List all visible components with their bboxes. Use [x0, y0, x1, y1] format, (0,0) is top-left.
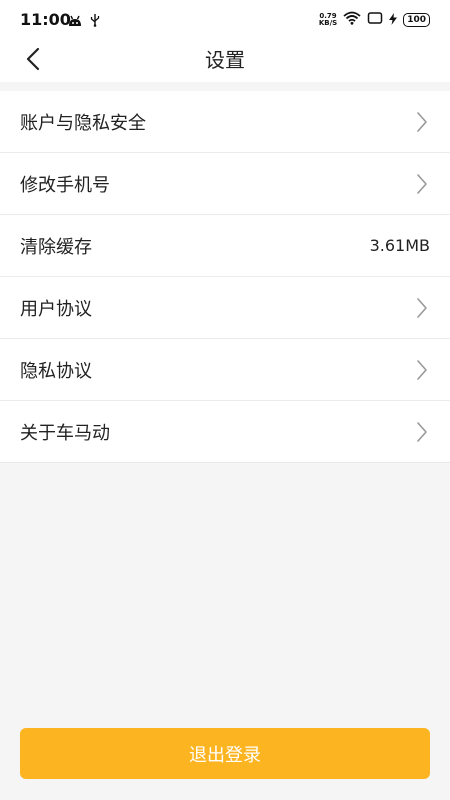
settings-item-label: 隐私协议: [20, 360, 92, 382]
cache-size-value: 3.61MB: [369, 236, 430, 255]
android-icon: [68, 12, 82, 31]
logout-button[interactable]: 退出登录: [20, 728, 430, 779]
wifi-icon: [343, 10, 361, 29]
settings-item-clear-cache[interactable]: 清除缓存 3.61MB: [0, 215, 450, 277]
settings-item-label: 账户与隐私安全: [20, 112, 146, 134]
net-speed: 0.79 KB/S: [318, 12, 338, 27]
status-notification-icons: [68, 12, 100, 31]
chevron-right-icon: [414, 297, 430, 319]
status-time: 11:00: [20, 10, 71, 29]
chevron-right-icon: [414, 359, 430, 381]
settings-item-label: 关于车马动: [20, 422, 110, 444]
settings-list: 账户与隐私安全 修改手机号 清除缓存 3.61MB 用户协议 隐私协议 关于车马…: [0, 91, 450, 463]
settings-item-account-privacy[interactable]: 账户与隐私安全: [0, 91, 450, 153]
settings-item-label: 用户协议: [20, 298, 92, 320]
settings-item-change-phone[interactable]: 修改手机号: [0, 153, 450, 215]
settings-item-label: 清除缓存: [20, 236, 92, 258]
settings-item-about[interactable]: 关于车马动: [0, 401, 450, 463]
status-right-icons: 0.79 KB/S 100: [319, 10, 430, 29]
settings-item-user-agreement[interactable]: 用户协议: [0, 277, 450, 339]
screen-rotate-icon: [367, 10, 383, 29]
usb-icon: [90, 12, 100, 31]
chevron-right-icon: [414, 173, 430, 195]
status-bar: 11:00 0.79 KB/S 100: [0, 0, 450, 40]
header: 设置: [0, 40, 450, 82]
charging-icon: [389, 10, 398, 29]
battery-indicator: 100: [403, 12, 430, 27]
chevron-right-icon: [414, 111, 430, 133]
net-speed-unit: KB/S: [318, 18, 338, 27]
settings-item-label: 修改手机号: [20, 174, 110, 196]
page-title: 设置: [205, 48, 245, 72]
chevron-right-icon: [414, 421, 430, 443]
settings-item-privacy-agreement[interactable]: 隐私协议: [0, 339, 450, 401]
